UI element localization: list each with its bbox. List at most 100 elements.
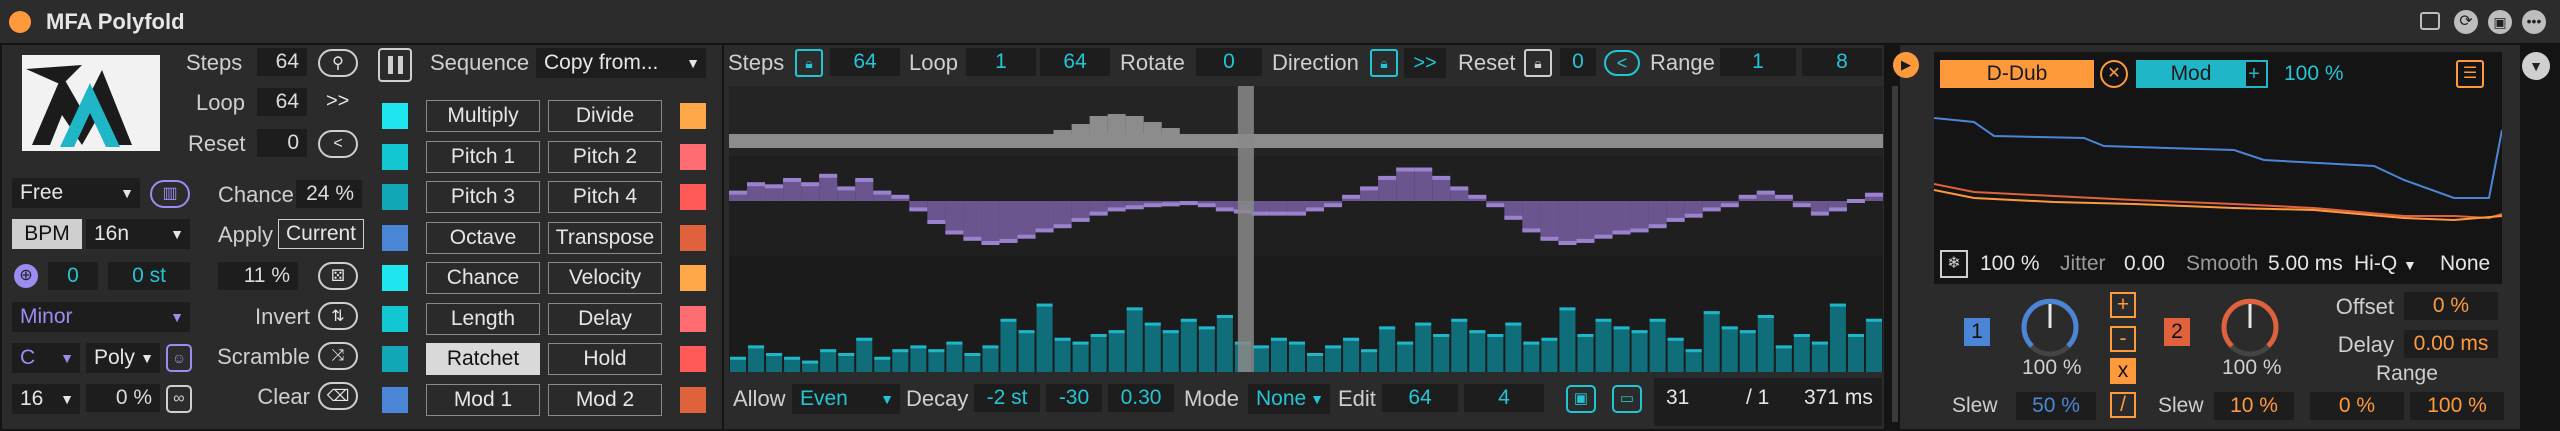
wrench-icon[interactable]: ⚲ (318, 49, 358, 77)
op-multiply-button[interactable]: x (2110, 358, 2136, 384)
lane-color-swatch[interactable] (382, 346, 408, 372)
invert-icon[interactable]: ⇅ (318, 302, 358, 330)
lane-button[interactable]: Ratchet (426, 343, 540, 375)
bpm-button[interactable]: BPM (12, 219, 82, 249)
voice-select[interactable]: Poly ▼ (86, 343, 160, 373)
loop-forward-button[interactable]: >> (326, 90, 349, 113)
lane-color-swatch[interactable] (680, 103, 706, 129)
lane-button[interactable]: Multiply (426, 100, 540, 132)
chance-field[interactable]: 24 % (296, 180, 362, 208)
device-power-icon[interactable] (9, 11, 31, 33)
lane-button[interactable]: Chance (426, 262, 540, 294)
rotate-field[interactable]: 0 (1196, 48, 1262, 76)
shuffle-icon[interactable]: ⤨ (318, 342, 358, 370)
decay-a-field[interactable]: -30 (1046, 384, 1102, 412)
mod-amount[interactable]: 100 % (2284, 62, 2344, 86)
curve-none[interactable]: None (2440, 252, 2490, 276)
reset-field[interactable]: 0 (257, 129, 307, 157)
spread-percent[interactable]: 0 % (86, 384, 160, 412)
lane-color-swatch[interactable] (382, 265, 408, 291)
refresh-icon[interactable]: ⟳ (2454, 10, 2478, 34)
allow-select[interactable]: Even ▼ (792, 384, 900, 414)
decay-st-field[interactable]: -2 st (974, 384, 1040, 412)
pause-icon[interactable] (378, 48, 412, 82)
close-icon[interactable]: ✕ (2100, 60, 2128, 88)
octaves-select[interactable]: 16 ▼ (12, 384, 80, 414)
env2-knob[interactable] (2218, 296, 2282, 360)
loop-field[interactable]: 64 (257, 88, 307, 116)
lane-color-swatch[interactable] (680, 265, 706, 291)
seq-loop-end[interactable]: 64 (1040, 48, 1110, 76)
dice-icon[interactable]: ⚄ (318, 262, 358, 290)
piano-icon[interactable]: ▥ (150, 180, 190, 208)
decay-b-field[interactable]: 0.30 (1108, 384, 1174, 412)
slew2-value[interactable]: 10 % (2214, 392, 2294, 420)
offset-number[interactable]: 0 (48, 262, 98, 290)
lane-color-swatch[interactable] (382, 184, 408, 210)
lane-color-swatch[interactable] (680, 224, 706, 251)
lane-color-swatch[interactable] (382, 386, 408, 413)
steps-field[interactable]: 64 (257, 48, 307, 76)
reset-lock-icon[interactable]: 🔒︎ (1524, 49, 1552, 77)
save-preset-icon[interactable]: ▣ (1566, 385, 1596, 413)
list-icon[interactable]: ☰ (2456, 60, 2484, 88)
seq-reset-field[interactable]: 0 (1560, 48, 1596, 76)
step-sequencer-chart[interactable] (729, 86, 1883, 372)
ddub-button[interactable]: D-Dub (1940, 60, 2094, 88)
collapse-chevron-icon[interactable]: ▼ (2522, 52, 2550, 80)
env1-badge[interactable]: 1 (1964, 318, 1990, 346)
play-icon[interactable]: ▶ (1893, 52, 1919, 78)
key-select[interactable]: C ▼ (12, 343, 80, 373)
probability-field[interactable]: 11 % (218, 262, 298, 290)
open-folder-icon[interactable]: ▭ (1612, 385, 1642, 413)
jitter-value[interactable]: 0.00 (2124, 252, 2165, 276)
apply-select[interactable]: Current (278, 219, 364, 249)
lane-color-swatch[interactable] (680, 143, 706, 170)
lane-color-swatch[interactable] (382, 103, 408, 129)
lane-button[interactable]: Hold (548, 343, 662, 375)
keyboard-icon[interactable]: ☺ (166, 344, 192, 372)
seq-reset-back-button[interactable]: < (1604, 50, 1640, 76)
lane-button[interactable]: Velocity (548, 262, 662, 294)
offset-semitones[interactable]: 0 st (108, 262, 190, 290)
lane-color-swatch[interactable] (680, 184, 706, 210)
mode-select[interactable]: None ▼ (1248, 384, 1330, 414)
steps-lock-icon[interactable]: 🔒︎ (795, 49, 823, 77)
seq-steps-field[interactable]: 64 (830, 48, 900, 76)
quality-select[interactable]: Hi-Q ▼ (2354, 252, 2417, 276)
lane-button[interactable]: Length (426, 302, 540, 335)
delay-value[interactable]: 0.00 ms (2404, 330, 2498, 358)
env2-badge[interactable]: 2 (2164, 318, 2190, 346)
edit-a-field[interactable]: 64 (1382, 384, 1458, 412)
lane-button[interactable]: Pitch 3 (426, 181, 540, 213)
scale-select[interactable]: Minor ▼ (12, 302, 190, 332)
offset-value[interactable]: 0 % (2404, 292, 2498, 320)
lane-color-swatch[interactable] (382, 305, 408, 332)
rate-select[interactable]: 16n ▼ (86, 219, 190, 249)
lfo-rate[interactable]: 100 % (1980, 252, 2040, 276)
calendar-icon[interactable] (2420, 12, 2440, 30)
lane-button[interactable]: Divide (548, 100, 662, 132)
lane-button[interactable]: Octave (426, 221, 540, 254)
smooth-value[interactable]: 5.00 ms (2268, 252, 2343, 276)
edit-b-field[interactable]: 4 (1464, 384, 1544, 412)
lane-color-swatch[interactable] (382, 224, 408, 251)
lane-button[interactable]: Pitch 2 (548, 140, 662, 173)
add-icon[interactable]: + (2240, 60, 2268, 88)
range-mod-low[interactable]: 0 % (2310, 392, 2404, 420)
op-plus-button[interactable]: + (2110, 292, 2136, 318)
op-minus-button[interactable]: - (2110, 326, 2136, 352)
more-icon[interactable]: ••• (2522, 10, 2546, 34)
lane-button[interactable]: Mod 1 (426, 383, 540, 416)
lane-button[interactable]: Transpose (548, 221, 662, 254)
infinity-icon[interactable]: ∞ (166, 385, 192, 413)
slew1-value[interactable]: 50 % (2016, 392, 2096, 420)
direction-button[interactable]: >> (1404, 48, 1446, 78)
range-high[interactable]: 8 (1802, 48, 1882, 76)
lane-button[interactable]: Delay (548, 302, 662, 335)
range-low[interactable]: 1 (1720, 48, 1796, 76)
lane-button[interactable]: Mod 2 (548, 383, 662, 416)
op-divide-button[interactable]: / (2110, 392, 2136, 418)
env1-knob[interactable] (2018, 296, 2082, 360)
direction-lock-icon[interactable]: 🔒︎ (1370, 49, 1398, 77)
